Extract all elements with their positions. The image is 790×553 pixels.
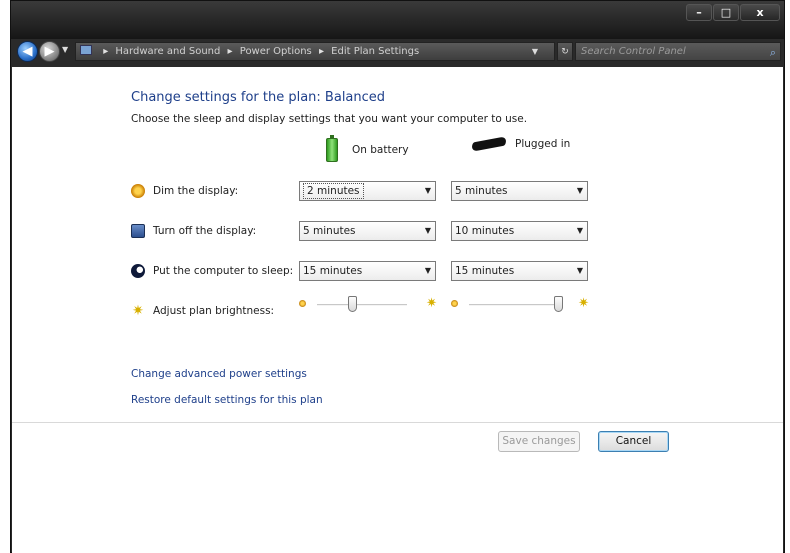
slider-track[interactable] — [317, 304, 407, 306]
selected-value: 15 minutes — [303, 265, 363, 277]
close-button[interactable]: x — [740, 4, 780, 21]
plugged-in-column-header: Plugged in — [469, 135, 571, 153]
bright-brightness-icon: ✷ — [578, 296, 589, 311]
brightness-battery-slider[interactable]: ✷ — [299, 295, 439, 315]
breadcrumb-separator-icon: ▸ — [227, 46, 233, 57]
sleep-plugged-select[interactable]: 15 minutes ▼ — [451, 261, 588, 281]
brightness-icon: ✷ — [132, 303, 144, 319]
selected-value: 15 minutes — [455, 265, 515, 277]
breadcrumb-power-options[interactable]: Power Options — [240, 46, 312, 57]
chevron-down-icon: ▼ — [576, 266, 583, 275]
dim-display-label: Dim the display: — [153, 185, 239, 197]
slider-thumb[interactable] — [554, 296, 563, 312]
main-content: Change settings for the plan: Balanced C… — [12, 67, 783, 553]
selected-value: 2 minutes — [303, 183, 364, 199]
advanced-power-settings-link[interactable]: Change advanced power settings — [131, 368, 307, 380]
breadcrumb-separator-icon: ▸ — [103, 46, 109, 57]
sleep-icon — [131, 264, 145, 278]
search-icon[interactable]: ⌕ — [770, 44, 776, 61]
bright-brightness-icon: ✷ — [426, 296, 437, 311]
forward-arrow-icon: ▶ — [44, 44, 55, 59]
chevron-down-icon: ▼ — [576, 226, 583, 235]
chevron-down-icon: ▼ — [424, 226, 431, 235]
breadcrumb-hardware-and-sound[interactable]: Hardware and Sound — [115, 46, 220, 57]
slider-track[interactable] — [469, 304, 559, 306]
power-plug-icon — [469, 135, 509, 153]
address-dropdown-icon[interactable]: ▼ — [532, 43, 538, 60]
page-subtitle: Choose the sleep and display settings th… — [131, 113, 528, 125]
breadcrumb-edit-plan-settings[interactable]: Edit Plan Settings — [331, 46, 419, 57]
cancel-button[interactable]: Cancel — [598, 431, 669, 452]
on-battery-label: On battery — [352, 144, 409, 156]
brightness-plugged-slider[interactable]: ✷ — [451, 295, 591, 315]
dim-display-plugged-select[interactable]: 5 minutes ▼ — [451, 181, 588, 201]
minimize-button[interactable]: – — [686, 4, 712, 21]
dim-display-battery-select[interactable]: 2 minutes ▼ — [299, 181, 436, 201]
window-controls: – □ x — [685, 4, 780, 21]
breadcrumb-separator-icon: ▸ — [318, 46, 324, 57]
brightness-row: ✷ Adjust plan brightness: — [131, 300, 274, 322]
recent-pages-dropdown-icon[interactable]: ▼ — [62, 45, 68, 54]
brightness-label: Adjust plan brightness: — [153, 305, 275, 317]
search-input[interactable]: Search Control Panel ⌕ — [575, 42, 781, 61]
refresh-icon: ↻ — [561, 46, 569, 57]
turn-off-display-plugged-select[interactable]: 10 minutes ▼ — [451, 221, 588, 241]
on-battery-column-header: On battery — [326, 135, 409, 162]
dim-display-icon — [131, 184, 145, 198]
control-panel-window: – □ x ◀ ▶ ▼ ▸ Hardware and Sound ▸ Power… — [10, 0, 785, 553]
dim-brightness-icon — [451, 300, 458, 307]
title-bar[interactable]: – □ x — [11, 1, 784, 39]
dim-display-row: Dim the display: — [131, 180, 238, 202]
address-bar[interactable]: ▸ Hardware and Sound ▸ Power Options ▸ E… — [75, 42, 555, 61]
selected-value: 5 minutes — [455, 185, 508, 197]
save-changes-button[interactable]: Save changes — [498, 431, 580, 452]
back-arrow-icon: ◀ — [22, 44, 33, 59]
refresh-button[interactable]: ↻ — [557, 42, 573, 61]
search-placeholder: Search Control Panel — [581, 46, 686, 57]
maximize-button[interactable]: □ — [713, 4, 739, 21]
chevron-down-icon: ▼ — [424, 186, 431, 195]
dim-brightness-icon — [299, 300, 306, 307]
sleep-row: Put the computer to sleep: — [131, 260, 293, 282]
sleep-battery-select[interactable]: 15 minutes ▼ — [299, 261, 436, 281]
battery-icon — [326, 135, 338, 162]
sleep-label: Put the computer to sleep: — [153, 265, 294, 277]
divider — [12, 422, 783, 423]
plugged-in-label: Plugged in — [515, 138, 571, 150]
control-panel-icon — [80, 45, 92, 55]
chevron-down-icon: ▼ — [424, 266, 431, 275]
back-button[interactable]: ◀ — [17, 41, 38, 62]
display-off-icon — [131, 224, 145, 238]
page-title: Change settings for the plan: Balanced — [131, 90, 386, 105]
turn-off-display-row: Turn off the display: — [131, 220, 256, 242]
selected-value: 5 minutes — [303, 225, 356, 237]
restore-defaults-link[interactable]: Restore default settings for this plan — [131, 394, 323, 406]
navigation-bar: ◀ ▶ ▼ ▸ Hardware and Sound ▸ Power Optio… — [15, 39, 781, 65]
forward-button[interactable]: ▶ — [39, 41, 60, 62]
turn-off-display-label: Turn off the display: — [153, 225, 257, 237]
slider-thumb[interactable] — [348, 296, 357, 312]
turn-off-display-battery-select[interactable]: 5 minutes ▼ — [299, 221, 436, 241]
selected-value: 10 minutes — [455, 225, 515, 237]
chevron-down-icon: ▼ — [576, 186, 583, 195]
